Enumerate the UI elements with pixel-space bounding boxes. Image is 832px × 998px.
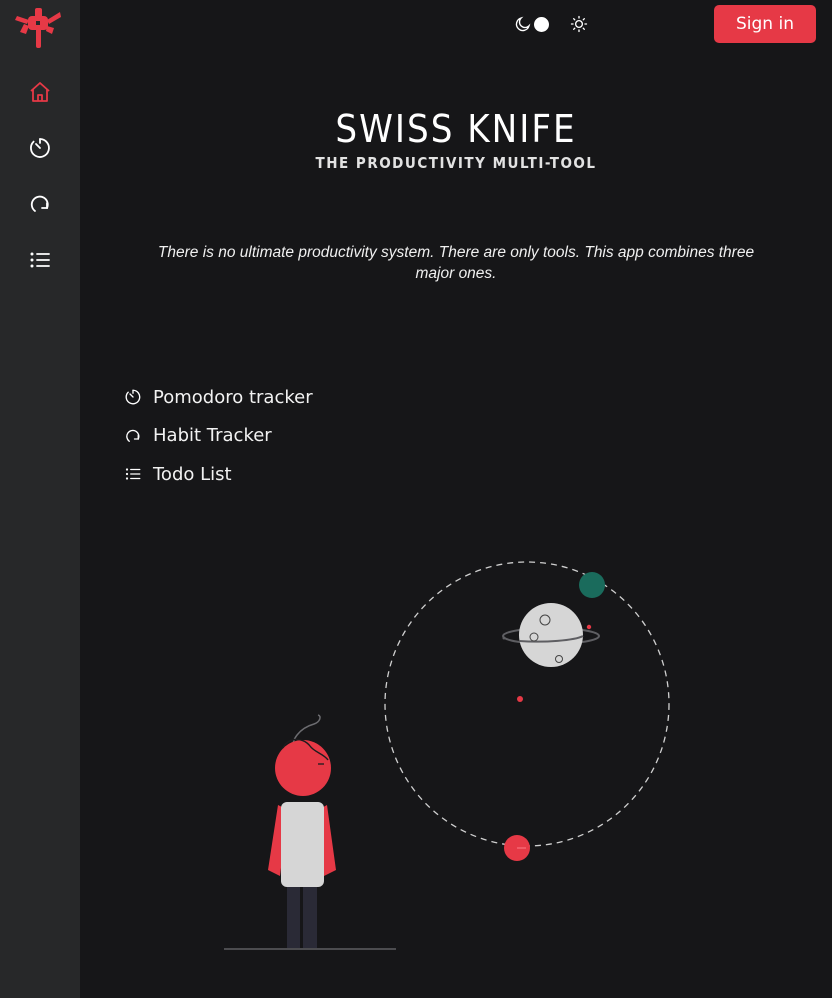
- list-icon: [125, 468, 141, 480]
- page-title: SWISS KNIFE: [335, 107, 577, 151]
- orbit-ring: [384, 561, 670, 847]
- feature-item-habits[interactable]: Habit Tracker: [124, 417, 444, 456]
- app-root: Sign in SWISS KNIFE THE PRODUCTIVITY MUL…: [0, 0, 832, 998]
- sidebar-item-pomodoro[interactable]: [28, 136, 52, 160]
- sun-icon: [570, 15, 588, 33]
- top-bar: Sign in: [80, 0, 832, 50]
- person-figure: [268, 714, 336, 948]
- red-dot: [586, 624, 592, 630]
- timer-icon: [125, 389, 141, 405]
- space-illustration: [224, 561, 670, 950]
- intro-text: There is no ultimate productivity system…: [157, 244, 755, 282]
- habit-loop-icon: [126, 429, 140, 442]
- feature-label: Todo List: [153, 463, 232, 485]
- planet: [519, 603, 583, 667]
- sign-in-button[interactable]: Sign in: [714, 5, 816, 43]
- theme-toggle-knob: [534, 17, 549, 32]
- timer-icon: [30, 138, 50, 158]
- feature-item-pomodoro[interactable]: Pomodoro tracker: [124, 378, 444, 417]
- swiss-knife-logo-icon[interactable]: [14, 6, 62, 50]
- feature-list: Pomodoro tracker Habit Tracker Todo List: [124, 378, 444, 494]
- sidebar-item-home[interactable]: [28, 80, 52, 104]
- habit-loop-icon: [30, 195, 49, 212]
- moon-icon: [515, 16, 531, 32]
- list-icon: [30, 252, 50, 268]
- sidebar-item-todo[interactable]: [28, 248, 52, 272]
- feature-label: Pomodoro tracker: [153, 386, 313, 408]
- teal-moon: [579, 572, 605, 598]
- page-subtitle: THE PRODUCTIVITY MULTI-TOOL: [315, 154, 597, 172]
- red-dot: [517, 696, 523, 702]
- home-icon: [30, 82, 50, 102]
- sidebar-item-habits[interactable]: [28, 192, 52, 216]
- feature-item-todo[interactable]: Todo List: [124, 455, 444, 494]
- theme-toggle[interactable]: [532, 16, 550, 34]
- sidebar: [0, 0, 80, 998]
- feature-label: Habit Tracker: [153, 425, 272, 447]
